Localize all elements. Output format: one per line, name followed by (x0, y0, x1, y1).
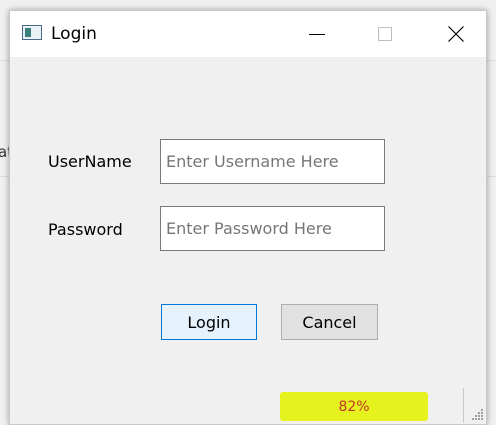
resize-grip-icon[interactable] (472, 409, 484, 421)
close-button[interactable] (434, 11, 480, 57)
maximize-icon (378, 27, 392, 41)
window-app-icon (22, 25, 42, 40)
login-dialog: Login UserName Password Login Cancel 82% (9, 10, 487, 425)
password-label: Password (48, 220, 123, 239)
minimize-button[interactable] (294, 11, 340, 57)
maximize-button[interactable] (362, 11, 408, 57)
status-divider (463, 388, 464, 423)
login-button[interactable]: Login (161, 304, 257, 340)
window-title: Login (51, 24, 97, 44)
minimize-icon (309, 34, 325, 35)
progress-indicator: 82% (280, 392, 428, 421)
cancel-button[interactable]: Cancel (281, 304, 378, 340)
username-label: UserName (48, 152, 132, 171)
close-icon (448, 26, 464, 42)
password-input[interactable] (160, 206, 385, 251)
progress-text: 82% (338, 398, 370, 415)
title-bar[interactable]: Login (10, 11, 486, 57)
username-input[interactable] (160, 139, 385, 184)
